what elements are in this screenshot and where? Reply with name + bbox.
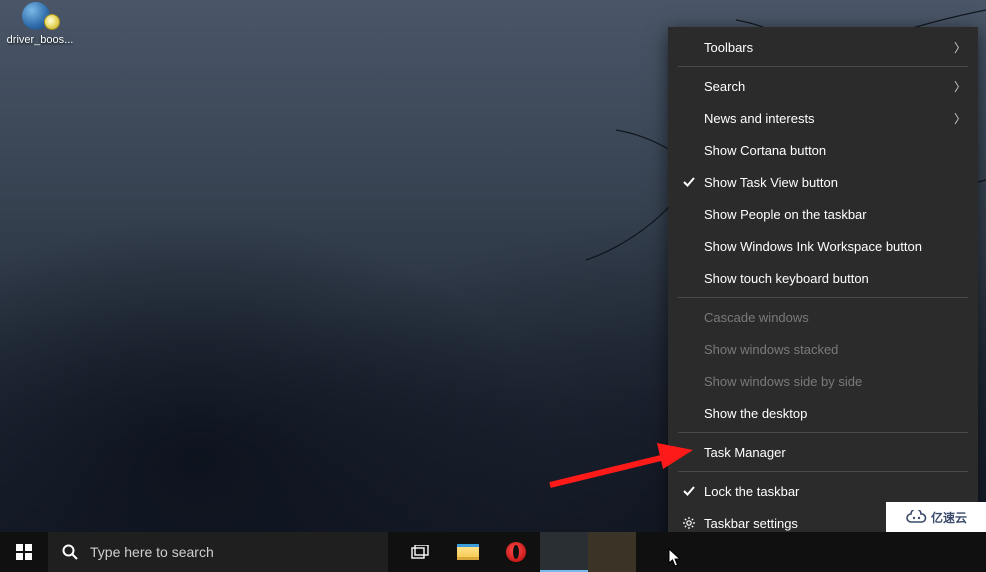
cloud-icon — [905, 510, 927, 524]
watermark-badge: 亿速云 — [886, 502, 986, 532]
taskbar-context-menu: Toolbars 〉 Search 〉 News and interests 〉… — [668, 27, 978, 543]
chevron-right-icon: 〉 — [954, 39, 966, 56]
menu-item-show-desktop[interactable]: Show the desktop — [668, 397, 978, 429]
file-explorer-icon — [457, 544, 479, 560]
watermark-text: 亿速云 — [931, 509, 967, 526]
desktop-icon-label: driver_boos... — [7, 34, 74, 46]
search-icon — [62, 544, 78, 560]
menu-separator — [678, 66, 968, 67]
taskbar-app-file-explorer[interactable] — [444, 532, 492, 572]
menu-separator — [678, 432, 968, 433]
menu-item-show-people[interactable]: Show People on the taskbar — [668, 198, 978, 230]
menu-item-side-by-side: Show windows side by side — [668, 365, 978, 397]
menu-item-task-manager[interactable]: Task Manager — [668, 436, 978, 468]
start-button[interactable] — [0, 532, 48, 572]
taskbar: Type here to search — [0, 532, 986, 572]
menu-separator — [678, 297, 968, 298]
chevron-right-icon: 〉 — [954, 78, 966, 95]
desktop-icon-driver-booster[interactable]: driver_boos... — [4, 2, 76, 46]
task-view-icon — [411, 545, 429, 559]
chevron-right-icon: 〉 — [954, 110, 966, 127]
taskbar-icons — [396, 532, 636, 572]
menu-item-stacked: Show windows stacked — [668, 333, 978, 365]
taskbar-app-running-1[interactable] — [540, 532, 588, 572]
opera-icon — [506, 542, 526, 562]
menu-item-news-interests[interactable]: News and interests 〉 — [668, 102, 978, 134]
menu-item-toolbars[interactable]: Toolbars 〉 — [668, 31, 978, 63]
menu-item-show-touch-keyboard[interactable]: Show touch keyboard button — [668, 262, 978, 294]
menu-item-show-taskview[interactable]: Show Task View button — [668, 166, 978, 198]
menu-separator — [678, 471, 968, 472]
menu-item-show-ink[interactable]: Show Windows Ink Workspace button — [668, 230, 978, 262]
taskbar-app-opera[interactable] — [492, 532, 540, 572]
search-placeholder: Type here to search — [90, 544, 214, 560]
taskbar-app-running-2[interactable] — [588, 532, 636, 572]
menu-item-search[interactable]: Search 〉 — [668, 70, 978, 102]
menu-item-cascade: Cascade windows — [668, 301, 978, 333]
gear-icon — [678, 516, 700, 530]
task-view-button[interactable] — [396, 532, 444, 572]
check-icon — [678, 484, 700, 498]
windows-logo-icon — [16, 544, 32, 560]
check-icon — [678, 175, 700, 189]
driver-booster-icon — [20, 2, 60, 32]
taskbar-search-box[interactable]: Type here to search — [48, 532, 388, 572]
menu-item-show-cortana[interactable]: Show Cortana button — [668, 134, 978, 166]
